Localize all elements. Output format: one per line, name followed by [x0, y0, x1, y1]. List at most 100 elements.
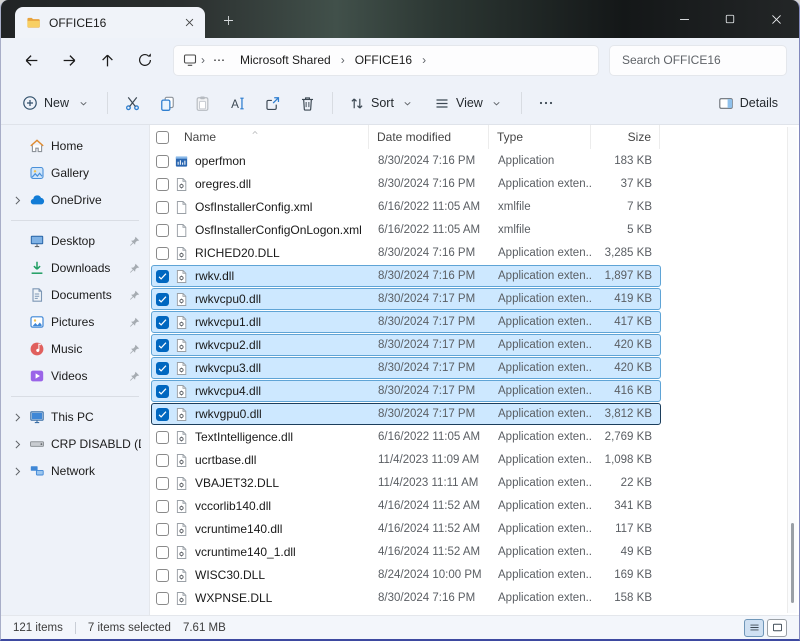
sidebar-item-downloads[interactable]: Downloads — [3, 255, 145, 281]
file-row[interactable]: rwkvcpu3.dll8/30/2024 7:17 PMApplication… — [151, 357, 661, 379]
file-row[interactable]: VBAJET32.DLL11/4/2023 11:11 AMApplicatio… — [151, 472, 661, 494]
sidebar-item-this-pc[interactable]: This PC — [3, 404, 145, 430]
scrollbar-thumb[interactable] — [791, 523, 794, 603]
explorer-tab[interactable]: OFFICE16 — [15, 7, 205, 38]
file-row[interactable]: WXPNSE.DLL8/30/2024 7:16 PMApplication e… — [151, 587, 661, 609]
file-row[interactable]: rwkv.dll8/30/2024 7:16 PMApplication ext… — [151, 265, 661, 287]
maximize-button[interactable] — [707, 0, 753, 38]
file-xml-icon — [174, 199, 190, 215]
view-button[interactable]: View — [425, 89, 514, 117]
file-name: OsfInstallerConfig.xml — [195, 200, 370, 214]
file-row[interactable]: ucrtbase.dll11/4/2023 11:09 AMApplicatio… — [151, 449, 661, 471]
row-checkbox[interactable] — [156, 408, 169, 421]
more-options-button[interactable] — [529, 89, 563, 117]
column-header-type[interactable]: Type — [488, 125, 590, 149]
column-header-date-modified[interactable]: Date modified — [368, 125, 488, 149]
up-button[interactable] — [89, 45, 125, 75]
rename-button[interactable]: A — [220, 89, 255, 118]
file-row[interactable]: OsfInstallerConfig.xml6/16/2022 11:05 AM… — [151, 196, 661, 218]
file-type: Application exten... — [490, 477, 592, 489]
breadcrumb-item[interactable]: Microsoft Shared — [233, 51, 338, 69]
row-checkbox[interactable] — [156, 201, 169, 214]
tab-close-icon[interactable] — [179, 13, 199, 33]
file-row[interactable]: oregres.dll8/30/2024 7:16 PMApplication … — [151, 173, 661, 195]
new-tab-button[interactable] — [215, 7, 241, 33]
sidebar-item-crp-disabld-d[interactable]: CRP DISABLD (D:) — [3, 431, 145, 457]
details-view-toggle[interactable] — [744, 619, 764, 637]
row-checkbox[interactable] — [156, 293, 169, 306]
row-checkbox[interactable] — [156, 523, 169, 536]
file-row[interactable]: rwkvcpu1.dll8/30/2024 7:17 PMApplication… — [151, 311, 661, 333]
file-row[interactable]: rwkvcpu2.dll8/30/2024 7:17 PMApplication… — [151, 334, 661, 356]
file-row[interactable]: vcruntime140.dll4/16/2024 11:52 AMApplic… — [151, 518, 661, 540]
sidebar-item-pictures[interactable]: Pictures — [3, 309, 145, 335]
row-checkbox[interactable] — [156, 569, 169, 582]
new-button[interactable]: New — [13, 89, 100, 117]
copy-button[interactable] — [150, 89, 185, 118]
search-box[interactable] — [609, 45, 787, 76]
row-checkbox[interactable] — [156, 546, 169, 559]
row-checkbox[interactable] — [156, 385, 169, 398]
sort-button[interactable]: Sort — [340, 89, 425, 117]
column-header-size[interactable]: Size — [590, 125, 660, 149]
details-pane-button[interactable]: Details — [709, 89, 787, 117]
file-row[interactable]: OsfInstallerConfigOnLogon.xml6/16/2022 1… — [151, 219, 661, 241]
expand-chevron-icon[interactable] — [11, 411, 24, 424]
sidebar-item-label: This PC — [51, 410, 141, 424]
row-checkbox[interactable] — [156, 500, 169, 513]
large-icons-view-toggle[interactable] — [767, 619, 787, 637]
sidebar-item-network[interactable]: Network — [3, 458, 145, 484]
back-button[interactable] — [13, 45, 49, 75]
share-button[interactable] — [255, 89, 290, 118]
column-header-name[interactable]: Name — [150, 125, 368, 149]
file-row[interactable]: rwkvcpu0.dll8/30/2024 7:17 PMApplication… — [151, 288, 661, 310]
close-button[interactable] — [753, 0, 799, 38]
expand-chevron-icon[interactable] — [11, 194, 24, 207]
file-row[interactable]: rwkvgpu0.dll8/30/2024 7:17 PMApplication… — [151, 403, 661, 425]
file-row[interactable]: vcruntime140_1.dll4/16/2024 11:52 AMAppl… — [151, 541, 661, 563]
file-type: Application exten... — [490, 592, 592, 604]
row-checkbox[interactable] — [156, 592, 169, 605]
delete-button[interactable] — [290, 89, 325, 118]
row-checkbox[interactable] — [156, 155, 169, 168]
file-row[interactable]: RICHED20.DLL8/30/2024 7:16 PMApplication… — [151, 242, 661, 264]
sidebar-item-home[interactable]: Home — [3, 133, 145, 159]
row-checkbox[interactable] — [156, 247, 169, 260]
file-row[interactable]: vccorlib140.dll4/16/2024 11:52 AMApplica… — [151, 495, 661, 517]
file-row[interactable]: TextIntelligence.dll6/16/2022 11:05 AMAp… — [151, 426, 661, 448]
refresh-button[interactable] — [127, 45, 163, 75]
vertical-scrollbar[interactable] — [787, 127, 797, 613]
file-date-modified: 8/30/2024 7:17 PM — [370, 316, 490, 328]
row-checkbox[interactable] — [156, 362, 169, 375]
sidebar-item-label: Desktop — [51, 234, 123, 248]
row-checkbox[interactable] — [156, 270, 169, 283]
file-list-pane: Name Date modified Type Size operfmon8/3… — [149, 125, 799, 615]
sidebar-item-videos[interactable]: Videos — [3, 363, 145, 389]
row-checkbox[interactable] — [156, 431, 169, 444]
row-checkbox[interactable] — [156, 339, 169, 352]
sidebar-item-music[interactable]: Music — [3, 336, 145, 362]
forward-button[interactable] — [51, 45, 87, 75]
file-row[interactable]: WISC30.DLL8/24/2024 10:00 PMApplication … — [151, 564, 661, 586]
row-checkbox[interactable] — [156, 477, 169, 490]
cut-button[interactable] — [115, 89, 150, 118]
row-checkbox[interactable] — [156, 178, 169, 191]
breadcrumb-ellipsis[interactable]: ⋯ — [208, 51, 231, 69]
sidebar-item-documents[interactable]: Documents — [3, 282, 145, 308]
expand-chevron-icon[interactable] — [11, 465, 24, 478]
search-input[interactable] — [620, 52, 776, 68]
row-checkbox[interactable] — [156, 316, 169, 329]
breadcrumb-item[interactable]: OFFICE16 — [348, 51, 419, 69]
file-row[interactable]: rwkvcpu4.dll8/30/2024 7:17 PMApplication… — [151, 380, 661, 402]
row-checkbox[interactable] — [156, 454, 169, 467]
minimize-button[interactable] — [661, 0, 707, 38]
select-all-checkbox[interactable] — [156, 131, 169, 144]
row-checkbox[interactable] — [156, 224, 169, 237]
address-bar[interactable]: ›⋯Microsoft Shared›OFFICE16› — [173, 45, 599, 76]
sidebar-item-gallery[interactable]: Gallery — [3, 160, 145, 186]
paste-button[interactable] — [185, 89, 220, 118]
file-row[interactable]: operfmon8/30/2024 7:16 PMApplication183 … — [151, 150, 661, 172]
sidebar-item-onedrive[interactable]: OneDrive — [3, 187, 145, 213]
expand-chevron-icon[interactable] — [11, 438, 24, 451]
sidebar-item-desktop[interactable]: Desktop — [3, 228, 145, 254]
